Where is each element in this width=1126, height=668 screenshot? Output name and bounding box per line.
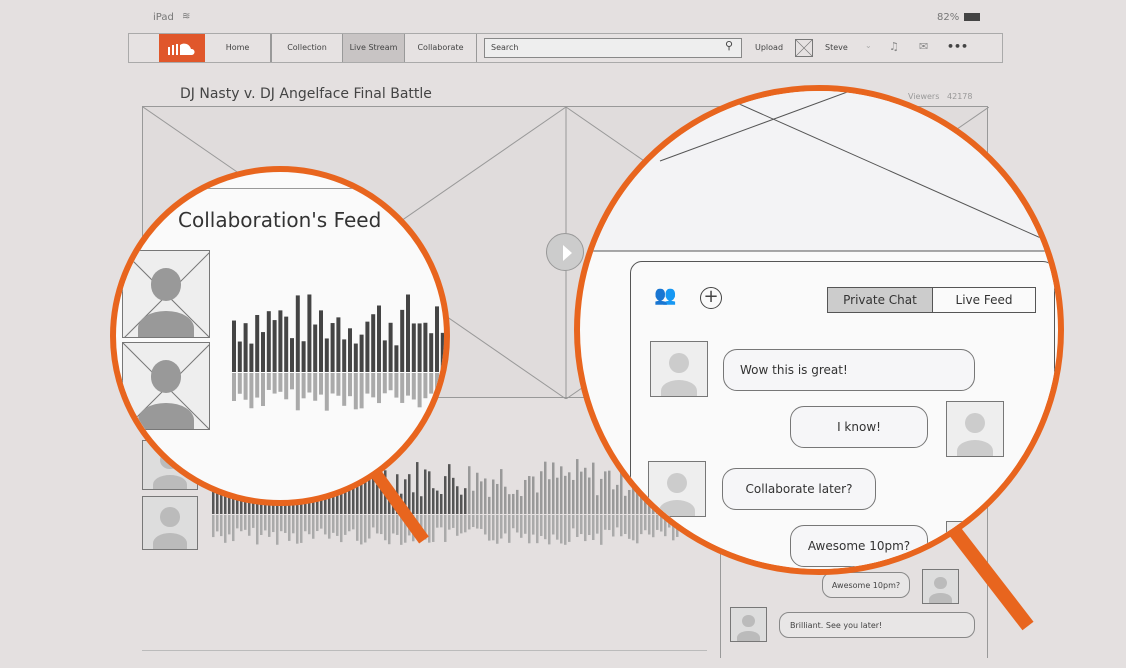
waveform-bar [313,324,318,372]
waveform-bar [429,333,434,372]
waveform-bar [307,373,312,393]
waveform-bar [336,373,341,396]
waveform-bar [388,373,393,391]
chat-avatar [946,401,1004,457]
tab-private-chat[interactable]: Private Chat [827,287,933,313]
chat-message: Awesome 10pm? [790,525,928,567]
waveform-bar [290,338,294,372]
collaborator-avatar [122,342,210,430]
waveform-bar [382,373,387,394]
magnifier-feed: Collaboration's Feed [110,166,450,506]
waveform-bar [342,373,347,406]
waveform-bar [237,341,242,372]
waveform-bar [319,373,323,395]
chat-message: I know! [790,406,928,448]
waveform-bar [435,373,439,392]
waveform-bar [232,373,236,401]
viewers-label: Viewers [908,92,940,101]
viewers-count: 42178 [947,92,973,101]
waveform-bar [417,373,422,408]
feed-title: Collaboration's Feed [178,208,382,232]
waveform-bar [423,373,428,399]
chat-message: Wow this is great! [723,349,975,391]
waveform-bar [278,310,283,372]
waveform-bar [232,320,236,372]
waveform-bar [301,341,306,372]
waveform-bar [278,373,283,392]
waveform-bar [307,294,312,372]
waveform-bar [284,373,289,400]
collaborator-avatar [122,250,210,338]
waveform-bar [324,373,329,411]
waveform-bar [353,343,358,372]
waveform-bar [249,343,254,372]
chat-avatar [650,341,708,397]
waveform-bar [301,373,306,399]
waveform-bar [313,373,318,401]
waveform-bar [261,373,265,407]
waveform-bar [371,314,376,372]
waveform-bar [377,373,381,404]
waveform-bar [330,373,335,394]
add-icon[interactable]: + [700,287,722,309]
chat-message: Collaborate later? [722,468,876,510]
waveform-bar [388,322,393,372]
waveform-bar [359,334,364,372]
chat-avatar [946,521,1004,569]
waveform-bar [440,332,444,372]
tab-live-feed[interactable]: Live Feed [932,287,1036,313]
waveform-bar [266,373,271,390]
waveform-bar [237,373,242,394]
waveform-bar [249,373,254,409]
waveform-zoomed [232,294,444,411]
waveform-bar [377,305,381,372]
viewers: Viewers 42178 [908,92,972,101]
chat-avatar [648,461,706,517]
waveform-bar [382,340,387,372]
waveform-bar [400,373,405,403]
waveform-bar [324,338,329,372]
waveform-bar [359,373,364,409]
waveform-bar [243,373,248,400]
waveform-bar [295,295,300,372]
waveform-bar [394,345,399,372]
waveform-bar [342,339,347,372]
waveform-bar [295,373,300,411]
waveform-bar [255,373,260,398]
waveform-bar [406,294,410,372]
waveform-bar [272,373,277,394]
waveform-bar [284,316,289,372]
waveform-bar [243,323,248,372]
waveform-bar [261,332,265,372]
waveform-bar [417,323,422,372]
waveform-bar [348,328,352,372]
waveform-bar [330,323,335,372]
waveform-bar [411,373,416,400]
waveform-bar [423,322,428,372]
waveform-bar [266,311,271,372]
waveform-bar [365,373,370,394]
waveform-bar [290,373,294,390]
waveform-bar [394,373,399,398]
waveform-bar [348,373,352,397]
waveform-bar [336,317,341,372]
waveform-bar [353,373,358,410]
waveform-bar [406,373,410,396]
group-icon[interactable]: 👥 [654,285,676,306]
waveform-bar [365,321,370,372]
waveform-bar [435,306,439,372]
waveform-bar [371,373,376,398]
waveform-bar [400,309,405,372]
waveform-bar [411,323,416,372]
magnifier-chat: 👥 + Private Chat Live Feed Wow this is g… [574,85,1064,575]
waveform-bar [272,320,277,372]
waveform-bar [255,314,260,372]
waveform-bar [429,373,434,394]
waveform-bar [319,310,323,372]
